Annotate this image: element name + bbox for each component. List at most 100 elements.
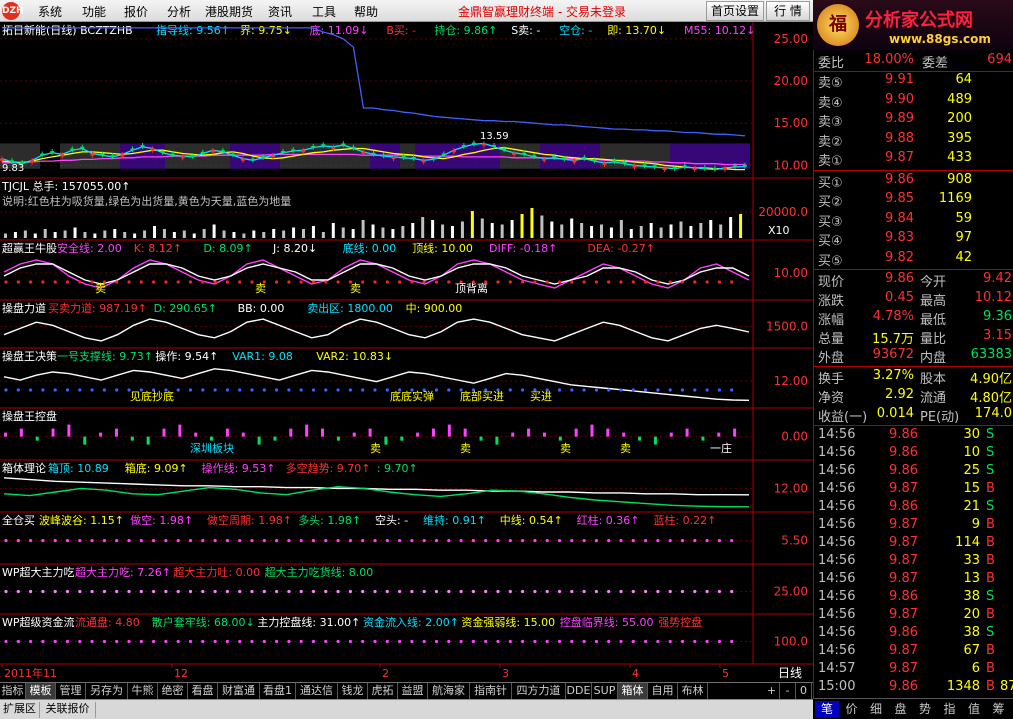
tab-related-quote[interactable]: 关联报价 bbox=[40, 702, 96, 718]
volume-bar bbox=[401, 226, 405, 238]
indicator-tab[interactable]: 另存为 bbox=[86, 683, 128, 700]
signal-dot bbox=[717, 539, 722, 543]
quote-button[interactable]: 行 情 bbox=[766, 1, 810, 21]
volume-bar bbox=[570, 218, 574, 238]
tick-row: 14:56 9.87 67 B bbox=[814, 643, 1013, 661]
menu-quote[interactable]: 报价 bbox=[124, 3, 148, 20]
signal-dot bbox=[311, 280, 316, 284]
label: 买⑤ bbox=[818, 253, 843, 269]
volume-bar bbox=[242, 233, 246, 238]
signal-dot bbox=[434, 589, 439, 594]
indicator-tab[interactable]: 管理 bbox=[56, 683, 86, 700]
home-settings-button[interactable]: 首页设置 bbox=[706, 1, 764, 21]
value: 18.00% bbox=[864, 52, 914, 67]
quote-panel: 委比 18.00% 委差 694 卖⑤ 9.91 64 卖④ 9.90 489 卖③ 9.89 200 卖… bbox=[813, 50, 1013, 698]
indicator-tab[interactable]: 指标 bbox=[0, 683, 26, 700]
menu-tools[interactable]: 工具 bbox=[312, 3, 336, 20]
quote-view-tab[interactable]: 值 bbox=[962, 701, 986, 718]
signal-dot bbox=[533, 639, 537, 644]
quote-view-tab[interactable]: 筹 bbox=[987, 701, 1011, 718]
pane-indicator-value: 做空: 1.98↑ bbox=[130, 513, 193, 527]
pane-indicator-value: J: 8.20↓ bbox=[272, 242, 317, 255]
signal-dot bbox=[29, 539, 33, 543]
ask-level: 卖⑤ 9.91 64 bbox=[814, 72, 1013, 91]
tick-time: 14:56 bbox=[818, 535, 856, 550]
indicator-tab[interactable]: 自用 bbox=[648, 683, 678, 700]
volume-bar bbox=[580, 223, 584, 238]
candle-body bbox=[612, 160, 617, 162]
indicator-tab[interactable]: 钱龙 bbox=[338, 683, 368, 700]
signal-dot bbox=[287, 388, 291, 392]
app-logo[interactable]: DZH bbox=[2, 2, 24, 20]
label: 内盘 bbox=[920, 351, 947, 366]
ask-volume: 395 bbox=[947, 130, 972, 146]
indicator-tab[interactable]: 益盟 bbox=[398, 683, 428, 700]
signal-dot bbox=[90, 639, 94, 644]
ad-banner[interactable]: 福 分析家公式网 www.88gs.com bbox=[813, 0, 1013, 50]
indicator-tab[interactable]: 虎拓 bbox=[368, 683, 398, 700]
candle-body bbox=[0, 158, 4, 161]
x-tick-label: 2 bbox=[382, 667, 389, 680]
menu-hk-futures[interactable]: 港股期货 bbox=[205, 3, 253, 20]
chart-area[interactable]: 拓日新能(日线) BCZTZHB 指导线: 9.56↑ 界: 9.75↓ 底: 11.… bbox=[0, 22, 813, 682]
volume-bar bbox=[441, 224, 445, 238]
indicator-tab[interactable]: 指南针 bbox=[470, 683, 512, 700]
zoom-out-button[interactable]: - bbox=[780, 683, 796, 700]
indicator-tab[interactable]: 财富通 bbox=[218, 683, 260, 700]
quote-view-tab[interactable]: 笔 bbox=[815, 701, 839, 718]
pane-indicator-value: 即: 13.70↓ bbox=[607, 24, 666, 37]
indicator-tab[interactable]: 通达信 bbox=[296, 683, 338, 700]
volume-bar bbox=[391, 229, 395, 238]
chart-annotation: 顶背离 bbox=[455, 281, 488, 295]
control-bar bbox=[622, 432, 626, 437]
control-bar bbox=[162, 428, 166, 437]
candle-body bbox=[40, 153, 45, 156]
menu-system[interactable]: 系统 bbox=[38, 3, 62, 20]
quote-view-tab[interactable]: 势 bbox=[913, 701, 937, 718]
stat-row: 净资 2.92 流通 4.80亿 bbox=[814, 387, 1013, 406]
signal-dot bbox=[373, 539, 377, 543]
label: 净资 bbox=[818, 391, 845, 406]
signal-dot bbox=[533, 539, 537, 543]
candle-body bbox=[170, 153, 175, 156]
menu-help[interactable]: 帮助 bbox=[354, 3, 378, 20]
volume-bar bbox=[33, 233, 37, 238]
chart-canvas[interactable]: 拓日新能(日线) BCZTZHB 指导线: 9.56↑ 界: 9.75↓ 底: 11.… bbox=[0, 22, 813, 682]
indicator-tab[interactable]: 牛熊 bbox=[128, 683, 158, 700]
indicator-tab[interactable]: SUP bbox=[592, 683, 618, 700]
signal-dot bbox=[176, 539, 180, 543]
volume-bar bbox=[202, 229, 206, 238]
quote-view-tab[interactable]: 细 bbox=[864, 701, 888, 718]
signal-dot bbox=[65, 280, 70, 284]
signal-dot bbox=[115, 639, 119, 644]
zoom-reset-button[interactable]: 0 bbox=[796, 683, 812, 700]
indicator-tab[interactable]: 看盘 bbox=[188, 683, 218, 700]
quote-view-tab[interactable]: 价 bbox=[840, 701, 864, 718]
signal-dot bbox=[213, 639, 217, 644]
indicator-tab[interactable]: 绝密 bbox=[158, 683, 188, 700]
stat-value: 3.27% bbox=[872, 368, 914, 383]
candle-body bbox=[331, 146, 336, 149]
indicator-tab[interactable]: 航海家 bbox=[428, 683, 470, 700]
bid-level: 买⑤ 9.82 42 bbox=[814, 250, 1013, 269]
tab-extension-area[interactable]: 扩展区 bbox=[0, 702, 40, 718]
indicator-tab[interactable]: 箱体 bbox=[618, 683, 648, 700]
signal-dot bbox=[496, 539, 500, 543]
indicator-tab[interactable]: 模板 bbox=[26, 683, 56, 700]
pane-indicator-value: VAR1: 9.08 bbox=[232, 350, 293, 363]
signal-dot bbox=[447, 539, 451, 543]
menu-news[interactable]: 资讯 bbox=[268, 3, 292, 20]
indicator-tab[interactable]: DDE bbox=[566, 683, 592, 700]
menu-analysis[interactable]: 分析 bbox=[167, 3, 191, 20]
menu-function[interactable]: 功能 bbox=[82, 3, 106, 20]
indicator-tab[interactable]: 四方力道 bbox=[512, 683, 566, 700]
indicator-tab[interactable]: 布林 bbox=[678, 683, 708, 700]
quote-view-tab[interactable]: 指 bbox=[938, 701, 962, 718]
signal-dot bbox=[385, 388, 389, 392]
signal-dot bbox=[730, 539, 734, 543]
tick-volume: 21 bbox=[963, 499, 980, 514]
zoom-in-button[interactable]: + bbox=[764, 683, 780, 700]
signal-dot bbox=[41, 388, 45, 392]
quote-view-tab[interactable]: 盘 bbox=[889, 701, 913, 718]
indicator-tab[interactable]: 看盘1 bbox=[260, 683, 296, 700]
